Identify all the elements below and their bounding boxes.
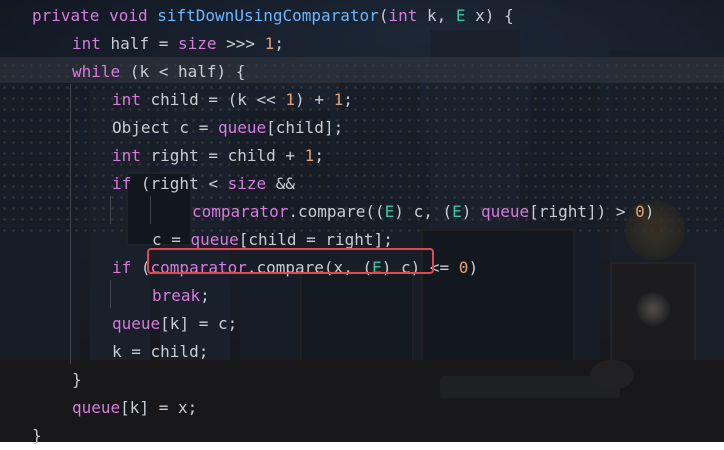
code-token: k = child;	[112, 342, 209, 361]
code-line[interactable]: Object c = queue[child];	[112, 114, 343, 142]
code-line[interactable]: }	[72, 366, 82, 394]
code-editor[interactable]: private void siftDownUsingComparator(int…	[0, 0, 724, 445]
code-token: break	[152, 286, 201, 305]
code-token: void	[109, 6, 148, 25]
code-token: )	[468, 258, 479, 277]
code-token: ;	[343, 90, 353, 109]
code-token: Object c =	[112, 118, 218, 137]
code-line[interactable]: break;	[152, 282, 210, 310]
code-token: [right]) >	[529, 202, 636, 221]
code-line[interactable]: int child = (k << 1) + 1;	[112, 86, 353, 114]
code-token: ;	[314, 146, 324, 165]
code-token: half =	[100, 34, 178, 53]
code-token: int	[112, 146, 141, 165]
code-line[interactable]: int right = child + 1;	[112, 142, 324, 170]
code-token: queue	[217, 118, 267, 137]
code-token: c =	[152, 230, 191, 249]
code-token: [child = right];	[238, 230, 393, 249]
code-token: if	[112, 174, 132, 193]
code-token: E	[455, 6, 466, 25]
code-token: (	[378, 6, 389, 25]
code-token: if	[112, 258, 132, 277]
code-token: )	[644, 202, 655, 221]
code-line[interactable]: k = child;	[112, 338, 208, 366]
code-token: int	[388, 6, 418, 25]
code-token: (k < half) {	[120, 62, 246, 81]
highlighted-expression-box	[147, 248, 434, 274]
code-token: 0	[635, 202, 645, 221]
indent-guide	[150, 196, 151, 224]
code-token: queue	[190, 230, 239, 249]
code-line[interactable]: while (k < half) {	[72, 58, 245, 86]
code-token: [k] = x;	[120, 398, 198, 417]
code-line[interactable]: queue[k] = c;	[112, 310, 237, 338]
code-token: queue	[72, 398, 121, 417]
code-token: ) +	[295, 90, 334, 109]
code-token: child = (k <<	[140, 90, 286, 109]
code-token: 1	[285, 90, 296, 109]
code-line[interactable]: private void siftDownUsingComparator(int…	[32, 2, 514, 30]
code-token: >>>	[216, 34, 265, 53]
code-token: .compare((	[288, 202, 385, 221]
code-token: E	[384, 202, 395, 221]
code-token: E	[452, 202, 462, 221]
code-token: ) c, (	[394, 202, 453, 221]
code-token: )	[461, 202, 481, 221]
code-token: queue	[481, 202, 530, 221]
code-token: }	[72, 370, 82, 389]
code-token: right = child +	[140, 146, 305, 165]
code-token: x) {	[465, 6, 514, 25]
code-token: ;	[274, 34, 284, 53]
code-token: queue	[112, 314, 161, 333]
code-token: k,	[417, 6, 456, 25]
code-line[interactable]: if (right < size &&	[112, 170, 295, 198]
code-token: 1	[304, 146, 315, 165]
code-token: size	[227, 174, 267, 193]
code-token: ;	[200, 286, 210, 305]
code-token: int	[72, 34, 101, 53]
code-token: int	[112, 90, 141, 109]
code-token: &&	[266, 174, 296, 193]
code-token: 1	[264, 34, 275, 53]
code-token: siftDownUsingComparator	[157, 6, 379, 25]
code-line[interactable]: int half = size >>> 1;	[72, 30, 284, 58]
code-token: 1	[333, 90, 344, 109]
code-token: (right <	[131, 174, 228, 193]
indent-guide	[70, 84, 71, 364]
code-token: while	[72, 62, 121, 81]
code-token: }	[32, 426, 42, 445]
code-token: 0	[458, 258, 469, 277]
indent-guide	[110, 196, 111, 224]
indent-guide	[110, 280, 111, 308]
code-token: private	[32, 6, 100, 25]
code-line[interactable]: }	[32, 422, 42, 450]
code-token: size	[177, 34, 217, 53]
code-token: comparator	[192, 202, 289, 221]
code-line[interactable]: queue[k] = x;	[72, 394, 197, 422]
code-token: [k] = c;	[160, 314, 238, 333]
code-line[interactable]: comparator.compare((E) c, (E) queue[righ…	[192, 198, 654, 226]
code-token: [child];	[266, 118, 344, 137]
